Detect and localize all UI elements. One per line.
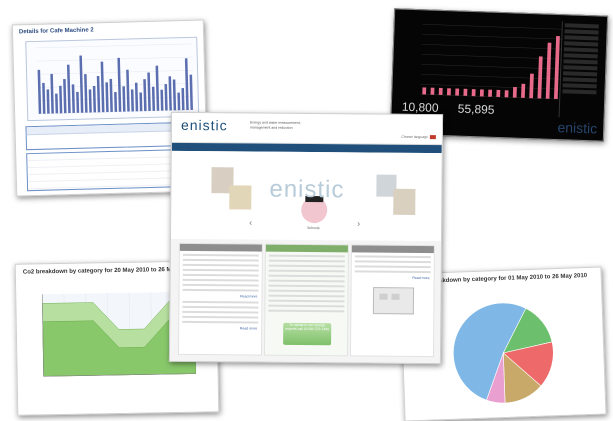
cafe-bar bbox=[50, 73, 54, 114]
dark-bar bbox=[537, 56, 543, 99]
guardian-column-header bbox=[265, 244, 348, 253]
cafe-bar bbox=[76, 91, 80, 113]
readout-left: 10,800 bbox=[401, 99, 439, 115]
dark-bar bbox=[512, 87, 517, 98]
cafe-bar bbox=[88, 89, 92, 113]
site-header: enistic Energy and water measurement, ma… bbox=[171, 112, 443, 146]
cafe-bar bbox=[66, 64, 71, 114]
dark-bar bbox=[504, 90, 509, 98]
energy-guardian-column: To speak to our energy experts call 0149… bbox=[263, 243, 349, 357]
cafe-bar bbox=[177, 92, 181, 111]
news-read-more-link[interactable]: Read more bbox=[179, 294, 261, 299]
cafe-bar bbox=[96, 75, 101, 113]
cafe-bar-chart bbox=[36, 43, 195, 115]
product-device-image bbox=[372, 287, 415, 315]
dark-bar-chart bbox=[420, 24, 563, 100]
cafe-bar bbox=[189, 74, 193, 110]
enistic-website-card: enistic Energy and water measurement, ma… bbox=[168, 111, 444, 365]
hero-caption: Schools bbox=[307, 226, 320, 231]
cafe-bar-plot bbox=[25, 36, 200, 122]
hero-logo: enistic bbox=[269, 175, 345, 204]
cafe-bar bbox=[105, 82, 109, 113]
site-logo[interactable]: enistic bbox=[181, 117, 228, 133]
cafe-bar bbox=[59, 85, 63, 114]
dark-bar bbox=[521, 83, 526, 98]
cafe-card-title: Details for Cafe Machine 2 bbox=[18, 27, 94, 36]
cafe-bar bbox=[143, 79, 147, 112]
cafe-bar bbox=[151, 86, 156, 111]
cafe-bar bbox=[109, 78, 113, 112]
cafe-bar bbox=[126, 69, 130, 112]
carousel-prev-icon[interactable]: ‹ bbox=[249, 218, 252, 228]
dark-bar bbox=[430, 87, 435, 95]
dark-side-panel bbox=[558, 21, 601, 119]
dark-bar bbox=[446, 88, 451, 96]
cafe-bar bbox=[181, 88, 185, 111]
cafe-bar bbox=[122, 86, 126, 112]
cafe-bar bbox=[184, 58, 189, 111]
news-column: Read more Read more bbox=[177, 242, 263, 356]
cafe-bar bbox=[100, 61, 105, 113]
dark-bar bbox=[438, 87, 443, 96]
dark-bar bbox=[471, 89, 476, 97]
cafe-bar bbox=[160, 89, 164, 111]
hero-thumb-food bbox=[393, 188, 416, 215]
cafe-bar bbox=[92, 85, 97, 113]
language-label: Choose language bbox=[401, 134, 428, 140]
call-experts-button[interactable]: To speak to our energy experts call 0149… bbox=[283, 322, 332, 346]
dark-bar bbox=[455, 88, 460, 96]
cafe-bar bbox=[114, 92, 118, 112]
cafe-bar bbox=[164, 84, 168, 111]
call-experts-label: To speak to our energy experts call 0149… bbox=[285, 322, 330, 332]
cafe-bar bbox=[130, 89, 134, 112]
language-selector[interactable]: Choose language bbox=[401, 134, 436, 140]
dark-bar bbox=[545, 42, 552, 99]
dark-bar bbox=[496, 89, 501, 98]
dark-bar bbox=[479, 89, 484, 97]
hero-carousel: enistic Schools bbox=[170, 150, 442, 242]
cafe-bar bbox=[37, 69, 42, 114]
dark-bar bbox=[463, 88, 468, 96]
cafe-bar bbox=[139, 92, 143, 112]
cafe-bar bbox=[63, 79, 67, 114]
cafe-bar bbox=[84, 74, 88, 113]
readout-right: 55,895 bbox=[457, 101, 495, 117]
news-read-more-link-2[interactable]: Read more bbox=[179, 326, 261, 331]
products-column-header bbox=[351, 245, 434, 254]
dark-brand-logo: enistic bbox=[557, 119, 598, 137]
carousel-next-icon[interactable]: › bbox=[357, 218, 360, 228]
hero-thumb-coins bbox=[229, 185, 252, 210]
cafe-bar bbox=[168, 76, 172, 111]
cafe-bar bbox=[55, 93, 59, 114]
uk-flag-icon bbox=[429, 135, 436, 140]
cafe-bar bbox=[71, 84, 75, 113]
site-tagline: Energy and water measurement, management… bbox=[249, 120, 301, 130]
news-column-header bbox=[179, 243, 262, 252]
cafe-bar bbox=[46, 89, 50, 114]
cafe-bar bbox=[117, 57, 122, 112]
cafe-bar bbox=[79, 55, 84, 113]
cafe-bar bbox=[147, 72, 151, 111]
cafe-bar bbox=[155, 65, 160, 111]
dark-bar bbox=[529, 73, 534, 99]
dark-bar bbox=[488, 89, 493, 97]
cafe-bar bbox=[134, 82, 139, 112]
products-column: Read more bbox=[349, 244, 435, 358]
dark-bar bbox=[422, 87, 427, 95]
